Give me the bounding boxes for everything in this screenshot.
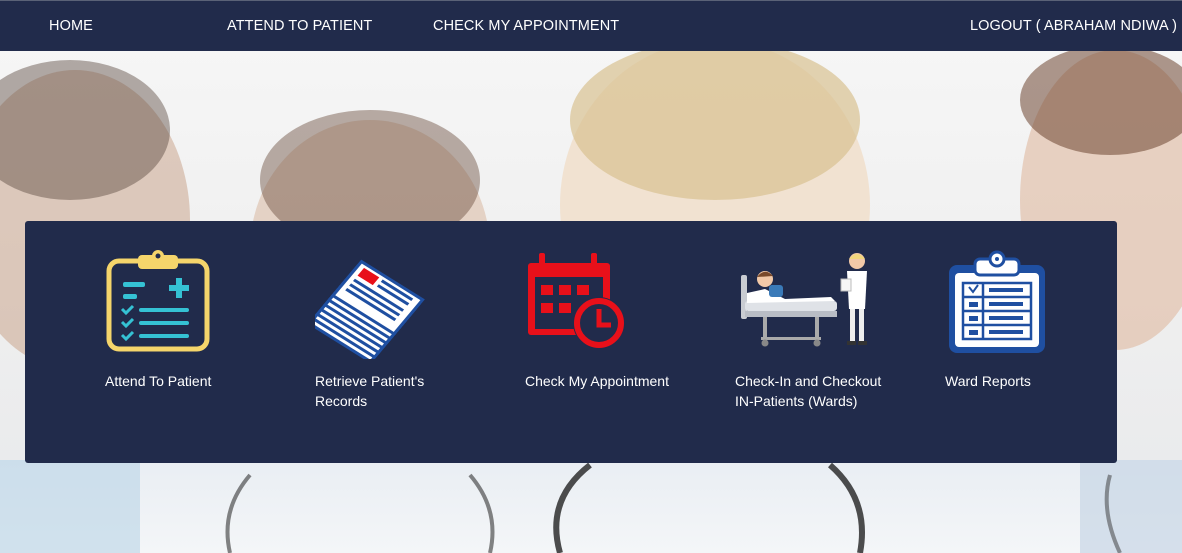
dashboard-panel: Attend To Patient Retrieve Patient's Rec… [25,221,1117,463]
tile-label: Retrieve Patient's Records [315,373,425,409]
tile-check-appointment[interactable]: Check My Appointment [525,249,705,391]
nav-home-link[interactable]: HOME [49,1,93,51]
hospital-bed-icon [741,253,867,347]
clipboard-medical-icon [106,250,210,352]
nav-logout-link[interactable]: LOGOUT ( ABRAHAM NDIWA ) [970,1,1177,51]
tile-check-in-out-patients[interactable]: Check-In and Checkout IN-Patients (Wards… [735,249,915,411]
tile-attend-to-patient[interactable]: Attend To Patient [105,249,285,391]
nav-attend-patient-link[interactable]: ATTEND TO PATIENT [227,1,372,51]
top-navbar: HOME ATTEND TO PATIENT CHECK MY APPOINTM… [0,0,1182,51]
tile-ward-reports[interactable]: Ward Reports [945,249,1125,391]
nav-check-appointment-link[interactable]: CHECK MY APPOINTMENT [433,1,619,51]
tile-label: Attend To Patient [105,373,212,389]
calendar-clock-icon [528,253,625,349]
tile-label: Ward Reports [945,373,1031,389]
tile-label: Check My Appointment [525,373,669,389]
records-stack-icon [315,259,425,359]
tile-label: Check-In and Checkout IN-Patients (Wards… [735,373,882,409]
tile-retrieve-records[interactable]: Retrieve Patient's Records [315,249,495,411]
report-clipboard-icon [949,250,1045,353]
